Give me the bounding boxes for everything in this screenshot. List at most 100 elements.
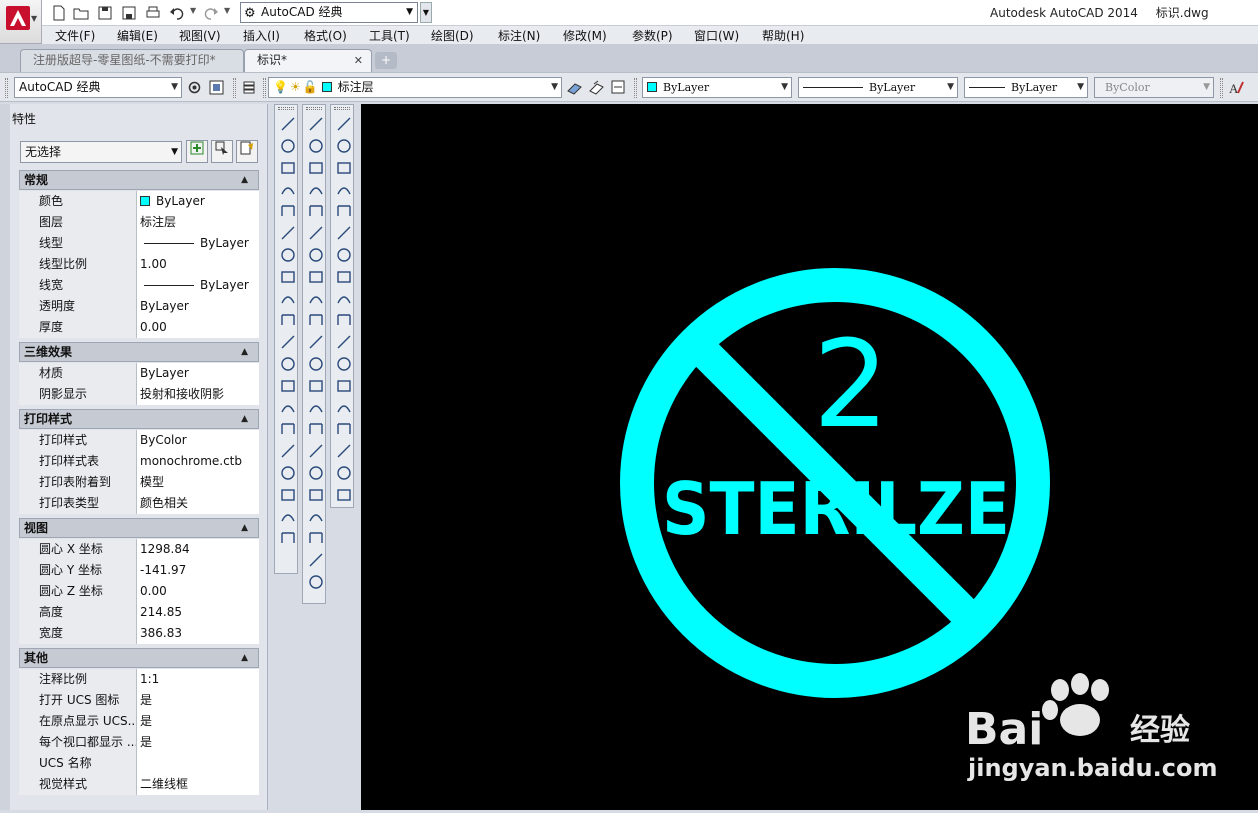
property-value[interactable]: 386.83 [137,623,259,644]
property-value[interactable]: 颜色相关 [137,493,259,514]
linetype-combo[interactable]: ByLayer ▼ [798,77,958,98]
trim-icon[interactable] [335,311,353,329]
workspace-dropdown[interactable]: ⚙ AutoCAD 经典 ▼ [240,2,418,23]
menu-modify[interactable]: 修改(M) [563,27,607,44]
property-value[interactable]: 是 [137,711,259,732]
scale-icon[interactable] [335,268,353,286]
jogged-linear-icon[interactable] [307,464,325,482]
revcloud-icon[interactable] [279,268,297,286]
table-icon[interactable] [279,486,297,504]
toolbar-grip[interactable] [278,107,294,110]
dim-update-icon[interactable] [307,529,325,547]
property-value[interactable]: ByLayer [137,296,259,317]
property-value[interactable] [137,753,259,774]
property-row[interactable]: 线型 ByLayer [19,233,259,254]
lineweight-combo[interactable]: ByLayer ▼ [964,77,1088,98]
property-row[interactable]: 宽度 386.83 [19,623,259,644]
property-row[interactable]: 视觉样式 二维线框 [19,774,259,795]
copy-icon[interactable] [335,137,353,155]
section-header[interactable]: 其他 ▲ [19,648,259,668]
line-icon[interactable] [279,115,297,133]
open-file-icon[interactable] [72,4,90,22]
workspace-combo[interactable]: AutoCAD 经典 ▼ [14,77,182,98]
property-row[interactable]: 图层 标注层 [19,212,259,233]
print-icon[interactable] [144,4,162,22]
property-row[interactable]: 打印样式 ByColor [19,430,259,451]
collapse-icon[interactable]: ▲ [241,649,248,667]
property-value[interactable]: 1.00 [137,254,259,275]
menu-format[interactable]: 格式(O) [304,27,347,44]
property-value[interactable]: 1298.84 [137,539,259,560]
gradient-icon[interactable] [279,442,297,460]
dim-edit-icon[interactable] [307,486,325,504]
toolbar-grip[interactable] [5,78,8,98]
mtext-icon[interactable] [279,507,297,525]
property-value[interactable]: 标注层 [137,212,259,233]
inspection-icon[interactable] [307,442,325,460]
menu-file[interactable]: 文件(F) [55,27,95,44]
layer-combo[interactable]: 💡 ☀ 🔓 标注层 ▼ [268,77,562,98]
save-as-icon[interactable] [120,4,138,22]
section-header[interactable]: 常规 ▲ [19,170,259,190]
spline-icon[interactable] [279,289,297,307]
diameter-icon[interactable] [307,246,325,264]
new-file-icon[interactable] [50,4,68,22]
ellipse-arc-icon[interactable] [279,333,297,351]
close-icon[interactable]: ✕ [354,50,363,71]
toolbar-grip[interactable] [233,78,236,98]
property-value[interactable]: 0.00 [137,581,259,602]
continue-icon[interactable] [307,333,325,351]
arc-length-icon[interactable] [307,159,325,177]
collapse-icon[interactable]: ▲ [241,171,248,189]
property-value[interactable]: ByLayer [137,275,259,296]
property-row[interactable]: 圆心 X 坐标 1298.84 [19,539,259,560]
property-row[interactable]: 阴影显示 投射和接收阴影 [19,384,259,405]
property-row[interactable]: 打印表附着到 模型 [19,472,259,493]
property-row[interactable]: 颜色 ByLayer [19,191,259,212]
property-row[interactable]: 厚度 0.00 [19,317,259,338]
quick-dim-icon[interactable] [307,289,325,307]
plotstyle-combo[interactable]: ByColor ▼ [1094,77,1214,98]
mirror-icon[interactable] [335,159,353,177]
property-value[interactable]: monochrome.ctb [137,451,259,472]
array-icon[interactable] [335,202,353,220]
property-row[interactable]: 透明度 ByLayer [19,296,259,317]
dim-break-icon[interactable] [307,377,325,395]
property-value[interactable]: 是 [137,690,259,711]
property-value[interactable]: 二维线框 [137,774,259,795]
toggle-pickadd-button[interactable] [186,140,208,163]
dim-space-icon[interactable] [307,355,325,373]
insert-block-icon[interactable] [279,355,297,373]
toolbar-grip[interactable] [634,78,637,98]
rectangle-icon[interactable] [279,202,297,220]
explode-icon[interactable] [335,486,353,504]
section-header[interactable]: 视图 ▲ [19,518,259,538]
property-value[interactable]: ByLayer [137,191,259,212]
make-block-icon[interactable] [279,377,297,395]
fillet-icon[interactable] [335,442,353,460]
property-value[interactable]: 模型 [137,472,259,493]
toolbar-grip[interactable] [334,107,350,110]
property-value[interactable]: 投射和接收阴影 [137,384,259,405]
hatch-icon[interactable] [279,420,297,438]
redo-dropdown-icon[interactable]: ▼ [224,6,230,15]
property-value[interactable]: 0.00 [137,317,259,338]
workspace-settings-icon[interactable] [186,79,203,96]
aligned-dim-icon[interactable] [307,137,325,155]
property-row[interactable]: 材质 ByLayer [19,363,259,384]
property-value[interactable]: ByLayer [137,363,259,384]
brush-icon[interactable] [307,573,325,591]
property-row[interactable]: 打印样式表 monochrome.ctb [19,451,259,472]
undo-icon[interactable] [168,4,186,22]
menu-insert[interactable]: 插入(I) [243,27,280,44]
construction-line-icon[interactable] [279,137,297,155]
layer-previous-icon[interactable] [588,79,605,96]
file-tab[interactable]: 注册版超导-零星图纸-不需要打印* [20,49,244,72]
arc-icon[interactable] [279,224,297,242]
file-tab-active[interactable]: 标识* ✕ [244,49,372,72]
baseline-icon[interactable] [307,311,325,329]
erase-icon[interactable] [335,115,353,133]
menu-window[interactable]: 窗口(W) [694,27,739,44]
property-row[interactable]: 圆心 Y 坐标 -141.97 [19,560,259,581]
undo-dropdown-icon[interactable]: ▼ [190,6,196,15]
